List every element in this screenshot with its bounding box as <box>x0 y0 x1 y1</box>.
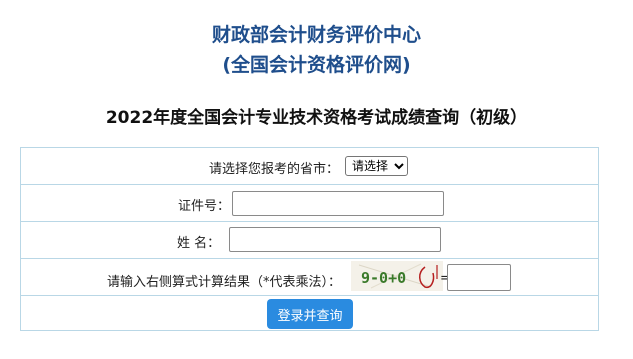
submit-row: 登录并查询 <box>21 296 598 331</box>
exam-title: 2022年度全国会计专业技术资格考试成绩查询（初级） <box>105 108 528 128</box>
login-query-button[interactable]: 登录并查询 <box>267 299 353 329</box>
org-subtitle: (全国会计资格评价网) <box>222 54 411 76</box>
name-input[interactable] <box>229 227 441 252</box>
id-number-row: 证件号： <box>21 185 598 222</box>
org-title: 财政部会计财务评价中心 <box>211 24 421 46</box>
captcha-label: 请输入右侧算式计算结果（*代表乘法）： <box>107 275 342 290</box>
province-row: 请选择您报考的省市： 请选择 <box>21 148 598 185</box>
id-number-label: 证件号： <box>178 199 231 214</box>
captcha-text: 9-0+0 <box>361 269 406 287</box>
name-row: 姓 名： <box>21 222 598 259</box>
captcha-image[interactable]: 9-0+0 <box>351 261 443 291</box>
query-form: 请选择您报考的省市： 请选择 证件号： 姓 名： 请输入右侧算式计算结果（*代表… <box>20 147 599 331</box>
captcha-image-drawing: 9-0+0 <box>351 261 443 291</box>
id-number-input[interactable] <box>232 191 444 216</box>
province-label: 请选择您报考的省市： <box>209 162 340 177</box>
captcha-answer-input[interactable] <box>447 264 511 291</box>
name-label: 姓 名： <box>177 236 221 251</box>
captcha-row: 请输入右侧算式计算结果（*代表乘法）： 9-0+0 = <box>21 259 598 296</box>
province-select[interactable]: 请选择 <box>345 156 408 176</box>
